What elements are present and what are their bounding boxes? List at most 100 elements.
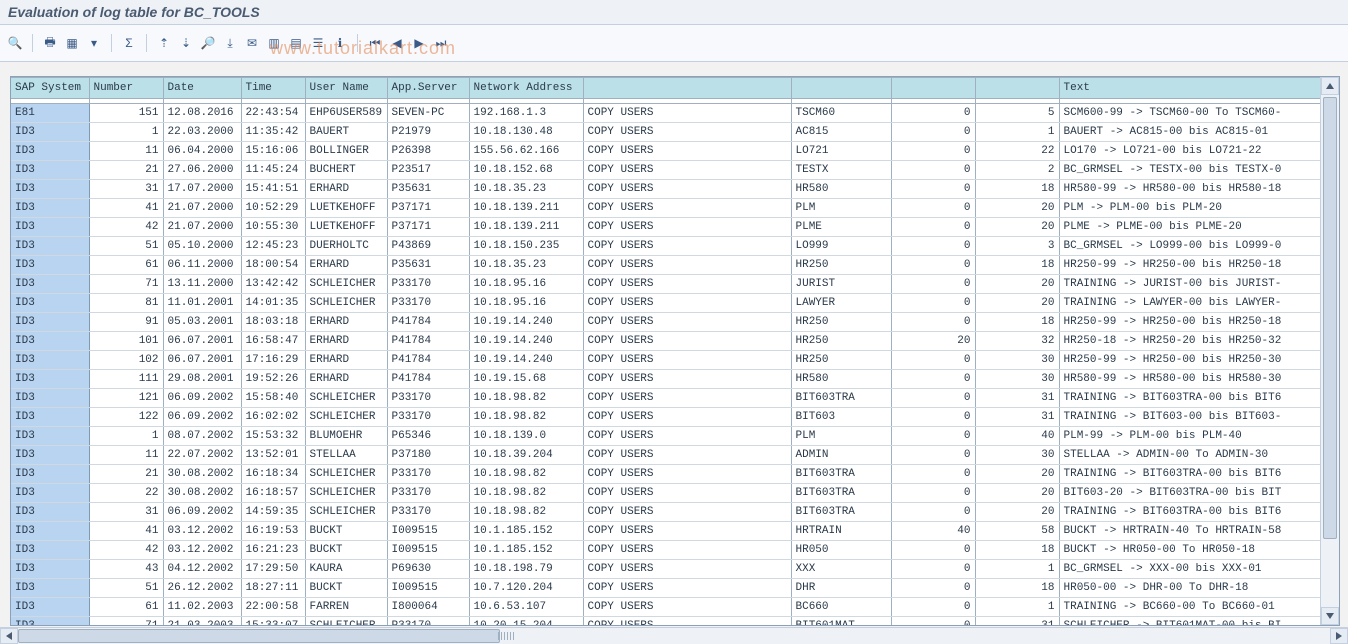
table-row[interactable]: ID36111.02.200322:00:58FARRENI80006410.6… (11, 598, 1321, 617)
cell-sys: ID3 (11, 484, 89, 503)
horizontal-scrollbar[interactable] (0, 627, 1348, 644)
scroll-down-button[interactable] (1321, 607, 1339, 625)
cell-sys: ID3 (11, 142, 89, 161)
table-row[interactable]: ID32127.06.200011:45:24BUCHERTP2351710.1… (11, 161, 1321, 180)
cell-n1: 0 (891, 503, 975, 522)
cell-app: I009515 (387, 579, 469, 598)
col-header-date[interactable]: Date (163, 78, 241, 99)
table-row[interactable]: ID34121.07.200010:52:29LUETKEHOFFP371711… (11, 199, 1321, 218)
table-row[interactable]: ID38111.01.200114:01:35SCHLEICHERP331701… (11, 294, 1321, 313)
table-row[interactable]: ID3108.07.200215:53:32BLUMOEHRP6534610.1… (11, 427, 1321, 446)
info-button[interactable]: ℹ (331, 34, 349, 52)
columns-button[interactable]: ☰ (309, 34, 327, 52)
cell-n2: 58 (975, 522, 1059, 541)
table-row[interactable]: ID36106.11.200018:00:54ERHARDP3563110.18… (11, 256, 1321, 275)
table-row[interactable]: ID3122.03.200011:35:42BAUERTP2197910.18.… (11, 123, 1321, 142)
scroll-up-button[interactable] (1321, 77, 1339, 95)
find-button[interactable]: 🔎 (199, 34, 217, 52)
col-header-act[interactable] (583, 78, 791, 99)
table-header-row: SAP SystemNumberDateTimeUser NameApp.Ser… (11, 78, 1321, 99)
cell-n1: 0 (891, 294, 975, 313)
col-header-text[interactable]: Text (1059, 78, 1321, 99)
table-row[interactable]: ID37113.11.200013:42:42SCHLEICHERP331701… (11, 275, 1321, 294)
cell-date: 29.08.2001 (163, 370, 241, 389)
print-preview-button[interactable]: 🖶 (41, 34, 59, 52)
table-row[interactable]: ID34304.12.200217:29:50KAURAP6963010.18.… (11, 560, 1321, 579)
table-row[interactable]: E8115112.08.201622:43:54EHP6USER589SEVEN… (11, 104, 1321, 123)
cell-date: 30.08.2002 (163, 465, 241, 484)
col-header-n1[interactable] (891, 78, 975, 99)
cell-sys: ID3 (11, 313, 89, 332)
layout-button[interactable]: ▥ (265, 34, 283, 52)
table-row[interactable]: ID310106.07.200116:58:47ERHARDP4178410.1… (11, 332, 1321, 351)
sum-button[interactable]: Σ (120, 34, 138, 52)
first-page-button[interactable]: ⏮ (366, 34, 384, 52)
table-row[interactable]: ID31122.07.200213:52:01STELLAAP3718010.1… (11, 446, 1321, 465)
cell-act: COPY USERS (583, 351, 791, 370)
cell-net: 192.168.1.3 (469, 104, 583, 123)
table-row[interactable]: ID312206.09.200216:02:02SCHLEICHERP33170… (11, 408, 1321, 427)
log-table: SAP SystemNumberDateTimeUser NameApp.Ser… (11, 77, 1321, 625)
print-button[interactable]: ▦ (63, 34, 81, 52)
next-page-icon: ▶ (414, 36, 423, 50)
select-layout-icon: ▤ (290, 36, 301, 50)
table-row[interactable]: ID35105.10.200012:45:23DUERHOLTCP4386910… (11, 237, 1321, 256)
col-header-net[interactable]: Network Address (469, 78, 583, 99)
table-row[interactable]: ID33106.09.200214:59:35SCHLEICHERP331701… (11, 503, 1321, 522)
cell-user: ERHARD (305, 180, 387, 199)
prev-page-button[interactable]: ◀ (388, 34, 406, 52)
cell-sys: ID3 (11, 427, 89, 446)
table-row[interactable]: ID34103.12.200216:19:53BUCKTI00951510.1.… (11, 522, 1321, 541)
hscroll-track[interactable] (18, 629, 1330, 643)
scroll-thumb[interactable] (1323, 97, 1337, 539)
table-row[interactable]: ID310206.07.200117:16:29ERHARDP4178410.1… (11, 351, 1321, 370)
scroll-right-button[interactable] (1330, 628, 1348, 644)
col-header-user[interactable]: User Name (305, 78, 387, 99)
table-row[interactable]: ID35126.12.200218:27:11BUCKTI00951510.7.… (11, 579, 1321, 598)
cell-user: BLUMOEHR (305, 427, 387, 446)
next-page-button[interactable]: ▶ (410, 34, 428, 52)
sort-asc-button[interactable]: ⇡ (155, 34, 173, 52)
col-header-num[interactable]: Number (89, 78, 163, 99)
cell-n1: 0 (891, 275, 975, 294)
cell-n2: 22 (975, 142, 1059, 161)
export-button[interactable]: ⤓ (221, 34, 239, 52)
cell-sys: ID3 (11, 161, 89, 180)
table-row[interactable]: ID39105.03.200118:03:18ERHARDP4178410.19… (11, 313, 1321, 332)
table-row[interactable]: ID311129.08.200119:52:26ERHARDP4178410.1… (11, 370, 1321, 389)
col-header-app[interactable]: App.Server (387, 78, 469, 99)
mail-button[interactable]: ✉ (243, 34, 261, 52)
cell-n2: 18 (975, 313, 1059, 332)
filter-button[interactable]: ▾ (85, 34, 103, 52)
cell-n2: 18 (975, 256, 1059, 275)
cell-text: TRAINING -> LAWYER-00 bis LAWYER- (1059, 294, 1321, 313)
cell-grp: BIT603TRA (791, 484, 891, 503)
table-row[interactable]: ID34221.07.200010:55:30LUETKEHOFFP371711… (11, 218, 1321, 237)
cell-n1: 0 (891, 617, 975, 626)
table-row[interactable]: ID31106.04.200015:16:06BOLLINGERP2639815… (11, 142, 1321, 161)
details-button[interactable]: 🔍 (6, 34, 24, 52)
col-header-sys[interactable]: SAP System (11, 78, 89, 99)
cell-grp: ADMIN (791, 446, 891, 465)
table-row[interactable]: ID34203.12.200216:21:23BUCKTI00951510.1.… (11, 541, 1321, 560)
sort-desc-icon: ⇣ (181, 36, 191, 50)
table-row[interactable]: ID312106.09.200215:58:40SCHLEICHERP33170… (11, 389, 1321, 408)
log-table-scroll[interactable]: SAP SystemNumberDateTimeUser NameApp.Ser… (11, 77, 1321, 625)
col-header-time[interactable]: Time (241, 78, 305, 99)
table-row[interactable]: ID33117.07.200015:41:51ERHARDP3563110.18… (11, 180, 1321, 199)
cell-text: BC_GRMSEL -> XXX-00 bis XXX-01 (1059, 560, 1321, 579)
col-header-n2[interactable] (975, 78, 1059, 99)
table-row[interactable]: ID32230.08.200216:18:57SCHLEICHERP331701… (11, 484, 1321, 503)
cell-net: 10.1.185.152 (469, 541, 583, 560)
scroll-left-button[interactable] (0, 628, 18, 644)
col-header-grp[interactable] (791, 78, 891, 99)
cell-num: 51 (89, 579, 163, 598)
cell-user: ERHARD (305, 351, 387, 370)
select-layout-button[interactable]: ▤ (287, 34, 305, 52)
table-row[interactable]: ID37121.03.200315:33:07SCHLEICHERP331701… (11, 617, 1321, 626)
last-page-button[interactable]: ⏭ (432, 34, 450, 52)
table-row[interactable]: ID32130.08.200216:18:34SCHLEICHERP331701… (11, 465, 1321, 484)
hscroll-thumb[interactable] (18, 629, 500, 643)
sort-desc-button[interactable]: ⇣ (177, 34, 195, 52)
vertical-scrollbar[interactable] (1320, 77, 1339, 625)
